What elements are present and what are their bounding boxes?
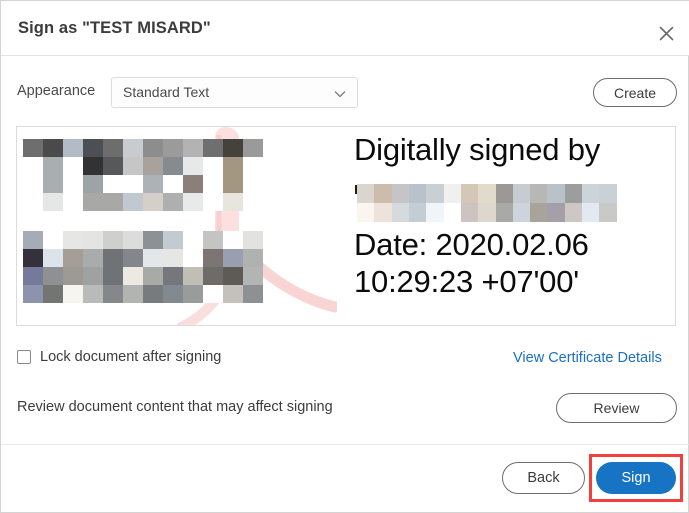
view-certificate-details-link[interactable]: View Certificate Details <box>513 350 662 366</box>
signature-line-digitally-signed-by: Digitally signed by <box>354 132 601 167</box>
redacted-signature-name <box>23 139 263 211</box>
appearance-label: Appearance <box>17 83 96 99</box>
review-button[interactable]: Review <box>556 393 677 423</box>
signature-preview-content: Digitally signed by Date: 2020.02.06 10:… <box>17 127 675 325</box>
dialog-title: Sign as "TEST MISARD" <box>18 19 211 37</box>
sign-dialog: Sign as "TEST MISARD" Appearance Standar… <box>0 0 689 513</box>
lock-document-label: Lock document after signing <box>40 349 222 365</box>
dialog-titlebar: Sign as "TEST MISARD" <box>1 1 689 56</box>
signature-preview[interactable]: Digitally signed by Date: 2020.02.06 10:… <box>16 126 676 326</box>
chevron-down-icon <box>334 88 346 100</box>
appearance-selected-value: Standard Text <box>123 84 210 100</box>
close-icon[interactable] <box>650 17 682 49</box>
redacted-signature-secondary <box>23 231 263 303</box>
sign-button[interactable]: Sign <box>596 462 676 494</box>
review-description: Review document content that may affect … <box>17 399 333 415</box>
lock-document-checkbox[interactable] <box>17 350 31 364</box>
signature-line-date: Date: 2020.02.06 <box>354 227 589 262</box>
redacted-signer-name <box>357 184 634 222</box>
back-button[interactable]: Back <box>502 462 585 494</box>
create-button[interactable]: Create <box>593 78 677 107</box>
footer-divider <box>1 444 689 445</box>
signature-line-time: 10:29:23 +07'00' <box>354 264 579 299</box>
appearance-select[interactable]: Standard Text <box>111 77 358 108</box>
lock-document-checkbox-row[interactable]: Lock document after signing <box>17 349 221 365</box>
